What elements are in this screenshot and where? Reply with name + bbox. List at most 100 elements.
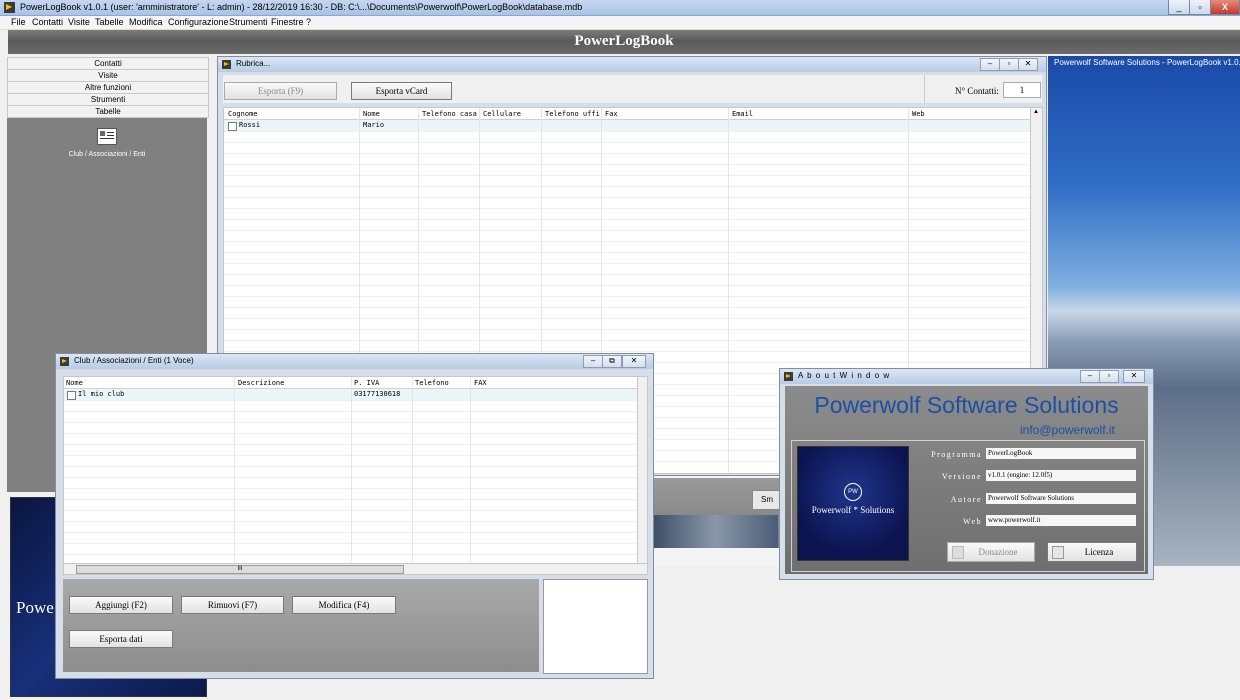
app-title-bar: PowerLogBook v1.0.1 (user: 'amministrato…: [0, 0, 1240, 16]
column-header-telefono-casa[interactable]: Telefono casa: [422, 110, 477, 118]
club-horizontal-scrollbar[interactable]: III: [63, 563, 648, 575]
menu-strumenti[interactable]: Strumenti: [229, 17, 268, 27]
rubrica-minimize-button[interactable]: –: [980, 58, 1000, 71]
close-button[interactable]: X: [1210, 0, 1240, 15]
club-preview-area: [543, 579, 648, 674]
lock-icon: [1052, 546, 1064, 559]
club-table-label[interactable]: Club / Associazioni / Enti: [7, 151, 207, 158]
column-header-descrizione[interactable]: Descrizione: [238, 379, 348, 387]
hidden-window-button[interactable]: Sm: [752, 490, 782, 510]
contact-count-label: N° Contatti:: [955, 86, 999, 96]
about-title-bar[interactable]: A b o u t W i n d o w – ▫ ✕: [780, 369, 1153, 384]
cell-cognome: Rossi: [239, 121, 261, 129]
row-checkbox[interactable]: [228, 122, 237, 131]
column-header-nome[interactable]: Nome: [66, 379, 226, 387]
contact-count-value: 1: [1003, 82, 1041, 98]
value-versione: v1.0.1 (engine: 12.0f5): [986, 470, 1136, 481]
rubrica-maximize-button[interactable]: ▫: [999, 58, 1019, 71]
club-minimize-button[interactable]: –: [583, 355, 603, 368]
remove-button[interactable]: Rimuovi (F7): [181, 596, 284, 614]
club-restore-button[interactable]: ⧉: [602, 355, 622, 368]
value-programma: PowerLogBook: [986, 448, 1136, 459]
add-button[interactable]: Aggiungi (F2): [69, 596, 173, 614]
menu-visite[interactable]: Visite: [68, 17, 90, 27]
club-vertical-scrollbar[interactable]: [637, 376, 648, 564]
donate-button[interactable]: Donazione: [947, 542, 1035, 562]
rubrica-title: Rubrica...: [236, 59, 271, 68]
logo-text: Powerwolf * Solutions: [811, 505, 895, 515]
app-icon: [4, 2, 15, 13]
rubrica-title-bar[interactable]: Rubrica... – ▫ ✕: [218, 57, 1046, 72]
donate-icon: [952, 546, 964, 559]
sidebar-item-tabelle[interactable]: Tabelle: [7, 105, 209, 118]
contact-count-box: N° Contatti: 1: [924, 75, 1042, 103]
edit-button[interactable]: Modifica (F4): [292, 596, 396, 614]
column-header-fax[interactable]: Fax: [605, 110, 725, 118]
menu-finestre[interactable]: Finestre: [271, 17, 304, 27]
cell-piva: 03177130618: [354, 390, 401, 398]
column-header-fax[interactable]: FAX: [474, 379, 534, 387]
column-header-telefono[interactable]: Telefono: [415, 379, 467, 387]
menu-modifica[interactable]: Modifica: [129, 17, 163, 27]
menu-contatti[interactable]: Contatti: [32, 17, 63, 27]
about-window: A b o u t W i n d o w – ▫ ✕ Powerwolf So…: [779, 368, 1154, 580]
column-header-email[interactable]: Email: [732, 110, 902, 118]
scroll-thumb[interactable]: III: [76, 565, 404, 574]
rubrica-close-button[interactable]: ✕: [1018, 58, 1038, 71]
export-button[interactable]: Esporta (F9): [224, 82, 337, 100]
company-name: Powerwolf Software Solutions: [814, 392, 1119, 418]
menu-tabelle[interactable]: Tabelle: [95, 17, 124, 27]
brand-image-text: Powe: [16, 598, 54, 617]
company-logo: PW Powerwolf * Solutions: [797, 446, 909, 561]
club-window: Club / Associazioni / Enti (1 Voce) – ⧉ …: [55, 353, 654, 679]
donate-button-label: Donazione: [978, 547, 1018, 557]
label-programma: Programma: [931, 450, 982, 459]
label-versione: Versione: [942, 472, 982, 481]
row-checkbox[interactable]: [67, 391, 76, 400]
export-data-button[interactable]: Esporta dati: [69, 630, 173, 648]
table-row[interactable]: [224, 120, 1031, 131]
scroll-up-icon[interactable]: ▲: [1033, 109, 1039, 115]
window-icon: [784, 372, 793, 381]
license-button-label: Licenza: [1084, 547, 1114, 557]
minimize-button[interactable]: _: [1168, 0, 1190, 15]
window-icon: [60, 357, 69, 366]
menu-configurazione[interactable]: Configurazione: [168, 17, 229, 27]
column-header-cognome[interactable]: Cognome: [228, 110, 356, 118]
about-close-button[interactable]: ✕: [1123, 370, 1145, 383]
cell-nome: Mario: [363, 121, 385, 129]
app-header-title: PowerLogBook: [574, 33, 674, 49]
club-close-button[interactable]: ✕: [622, 355, 646, 368]
background-image-strip: [652, 515, 778, 548]
app-title: PowerLogBook v1.0.1 (user: 'amministrato…: [20, 2, 583, 12]
about-title: A b o u t W i n d o w: [798, 371, 891, 380]
cell-nome: Il mio club: [78, 390, 125, 398]
column-header-piva[interactable]: P. IVA: [354, 379, 409, 387]
club-table-icon[interactable]: [97, 128, 117, 145]
window-icon: [222, 60, 231, 69]
license-button[interactable]: Licenza: [1047, 542, 1137, 562]
club-table: Nome Descrizione P. IVA Telefono FAX Il …: [63, 376, 639, 564]
maximize-button[interactable]: ▫: [1189, 0, 1211, 15]
app-header: PowerLogBook: [8, 30, 1240, 54]
value-web: www.powerwolf.it: [986, 515, 1136, 526]
menu-file[interactable]: File: [11, 17, 26, 27]
club-button-panel: Aggiungi (F2) Rimuovi (F7) Modifica (F4)…: [63, 579, 539, 672]
menu-help[interactable]: ?: [306, 17, 311, 27]
club-title-bar[interactable]: Club / Associazioni / Enti (1 Voce) – ⧉ …: [56, 354, 653, 369]
logo-initials: PW: [844, 483, 862, 501]
background-title: Powerwolf Software Solutions - PowerLogB…: [1054, 58, 1240, 67]
column-header-nome[interactable]: Nome: [363, 110, 416, 118]
value-autore: Powerwolf Software Solutions: [986, 493, 1136, 504]
column-header-telefono-ufficio[interactable]: Telefono ufficio: [545, 110, 600, 118]
column-header-cellulare[interactable]: Cellulare: [483, 110, 539, 118]
export-vcard-button[interactable]: Esporta vCard: [351, 82, 452, 100]
column-header-web[interactable]: Web: [912, 110, 1022, 118]
label-autore: Autore: [950, 495, 982, 504]
rubrica-toolbar: Esporta (F9) Esporta vCard: [223, 75, 1041, 103]
company-email[interactable]: info@powerwolf.it: [1020, 423, 1115, 437]
club-title: Club / Associazioni / Enti (1 Voce): [74, 356, 194, 365]
about-minimize-button[interactable]: –: [1080, 370, 1100, 383]
label-web: Web: [963, 517, 982, 526]
about-maximize-button[interactable]: ▫: [1099, 370, 1119, 383]
